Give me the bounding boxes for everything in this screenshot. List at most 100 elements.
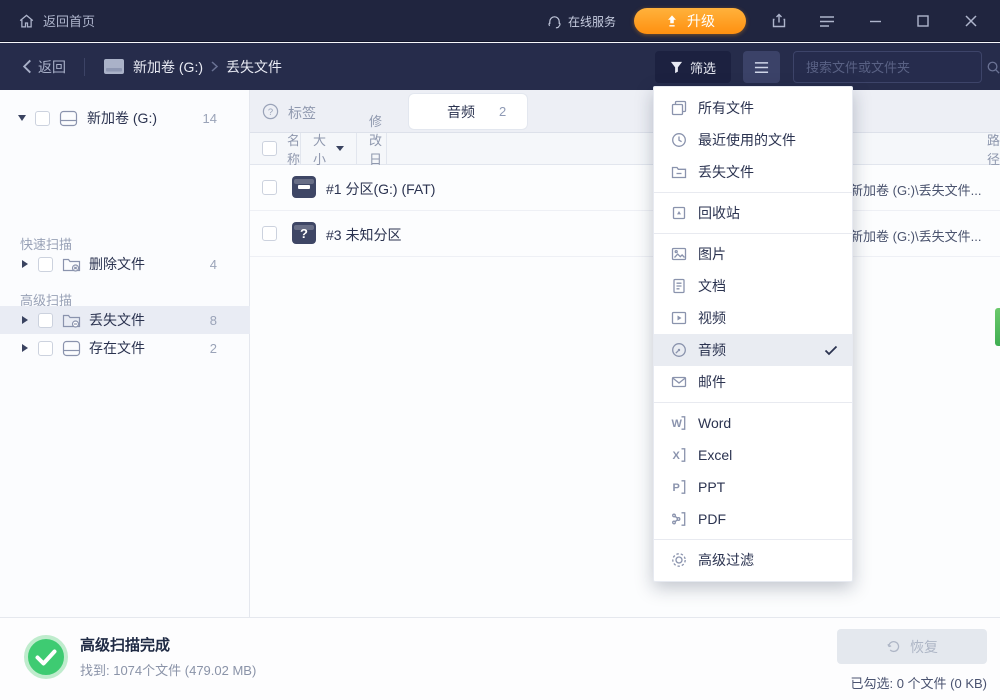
- menu-item-label: 音频: [698, 340, 726, 360]
- sidebar-item-label: 删除文件: [89, 254, 145, 274]
- menu-item-pdf[interactable]: PDF: [654, 503, 852, 535]
- column-label: 大小: [313, 130, 326, 168]
- checkbox[interactable]: [38, 313, 53, 328]
- home-button[interactable]: 返回首页: [18, 11, 95, 30]
- close-button[interactable]: [956, 8, 986, 34]
- item-count: 4: [210, 257, 217, 272]
- help-icon[interactable]: ?: [262, 103, 279, 125]
- menu-item-word[interactable]: W Word: [654, 407, 852, 439]
- menu-item-audio[interactable]: 音频: [654, 334, 852, 366]
- menu-item-images[interactable]: 图片: [654, 238, 852, 270]
- menu-item-ppt[interactable]: P PPT: [654, 471, 852, 503]
- unknown-partition-icon: ?: [292, 222, 316, 244]
- menu-item-label: 所有文件: [698, 98, 754, 118]
- folder-lost-icon: [62, 312, 81, 329]
- menu-item-label: PDF: [698, 511, 726, 527]
- sort-arrow-icon[interactable]: [336, 146, 344, 151]
- tag-bar-label: 标签: [288, 103, 316, 123]
- mail-icon: [670, 374, 687, 391]
- back-label: 返回: [38, 57, 66, 77]
- table-row-partition-1[interactable]: #1 分区(G:) (FAT) 新加卷 (G:)\丢失文件...: [250, 165, 1000, 211]
- breadcrumb-volume[interactable]: 新加卷 (G:): [133, 57, 203, 77]
- checkbox[interactable]: [38, 257, 53, 272]
- ppt-file-icon: P: [670, 479, 687, 496]
- filter-label: 筛选: [690, 58, 716, 77]
- item-count: 14: [203, 111, 217, 126]
- feedback-button[interactable]: [764, 8, 794, 34]
- menu-item-mail[interactable]: 邮件: [654, 366, 852, 398]
- row-checkbox[interactable]: [262, 226, 277, 241]
- maximize-button[interactable]: [908, 8, 938, 34]
- menu-item-recent-files[interactable]: 最近使用的文件: [654, 124, 852, 156]
- filter-button[interactable]: 筛选: [655, 51, 731, 83]
- sidebar-item-deleted-files[interactable]: 删除文件 4: [0, 250, 250, 278]
- menu-item-label: 文档: [698, 276, 726, 296]
- tag-chip-audio[interactable]: 音频 2: [408, 93, 528, 130]
- expand-collapse-icon[interactable]: [22, 260, 28, 268]
- checkmark-icon: [824, 345, 838, 356]
- checkbox[interactable]: [35, 111, 50, 126]
- recycle-bin-icon: [670, 205, 687, 222]
- recover-button[interactable]: 恢复: [837, 629, 987, 664]
- search-input[interactable]: [794, 60, 986, 75]
- expand-collapse-icon[interactable]: [18, 115, 26, 121]
- menu-separator: [654, 539, 852, 540]
- menu-item-advanced-filter[interactable]: 高级过滤: [654, 544, 852, 576]
- restore-icon: [886, 639, 901, 654]
- menu-item-videos[interactable]: 视频: [654, 302, 852, 334]
- column-header-size[interactable]: 大小: [301, 133, 357, 164]
- menu-separator: [654, 402, 852, 403]
- online-service-label: 在线服务: [568, 13, 616, 30]
- menu-item-recycle-bin[interactable]: 回收站: [654, 197, 852, 229]
- volume-icon: [103, 58, 125, 75]
- online-service-button[interactable]: 在线服务: [547, 13, 616, 30]
- column-label: 路径: [987, 130, 1000, 168]
- menu-item-label: 最近使用的文件: [698, 130, 796, 150]
- svg-text:W: W: [671, 418, 682, 430]
- sidebar-item-volume-root[interactable]: 新加卷 (G:) 14: [0, 104, 250, 132]
- minimize-button[interactable]: [860, 8, 890, 34]
- document-icon: [670, 278, 687, 295]
- menu-item-documents[interactable]: 文档: [654, 270, 852, 302]
- home-label: 返回首页: [43, 11, 95, 30]
- close-icon: [965, 15, 977, 27]
- scan-status-detail: 找到: 1074个文件 (479.02 MB): [80, 660, 256, 679]
- item-count: 8: [210, 313, 217, 328]
- folder-lost-icon: [670, 164, 687, 181]
- edge-collapsed-widget[interactable]: [995, 308, 1000, 346]
- sidebar-item-existing-files[interactable]: 存在文件 2: [0, 334, 250, 362]
- main-menu-button[interactable]: [812, 8, 842, 34]
- column-header-name[interactable]: 名称: [250, 133, 301, 164]
- row-checkbox[interactable]: [262, 180, 277, 195]
- menu-separator: [654, 192, 852, 193]
- drive-icon: [59, 110, 78, 127]
- sidebar-item-lost-files[interactable]: 丢失文件 8: [0, 306, 250, 334]
- menu-item-label: 回收站: [698, 203, 740, 223]
- breadcrumb-current[interactable]: 丢失文件: [226, 57, 282, 77]
- svg-text:X: X: [672, 450, 680, 462]
- view-mode-button[interactable]: [743, 51, 780, 83]
- file-path: 新加卷 (G:)\丢失文件...: [850, 226, 981, 245]
- selected-files-info: 已勾选: 0 个文件 (0 KB): [850, 673, 987, 692]
- table-row-partition-3[interactable]: ? #3 未知分区 新加卷 (G:)\丢失文件...: [250, 211, 1000, 257]
- search-icon[interactable]: [986, 60, 1000, 75]
- status-bar: 高级扫描完成 找到: 1074个文件 (479.02 MB) 恢复 已勾选: 0…: [0, 617, 1000, 700]
- menu-item-all-files[interactable]: 所有文件: [654, 92, 852, 124]
- tag-chip-count: 2: [499, 104, 527, 119]
- expand-collapse-icon[interactable]: [22, 316, 28, 324]
- back-button[interactable]: 返回: [22, 57, 66, 77]
- expand-collapse-icon[interactable]: [22, 344, 28, 352]
- upgrade-button[interactable]: 升级: [634, 8, 746, 34]
- headset-icon: [547, 14, 562, 29]
- menu-item-excel[interactable]: X Excel: [654, 439, 852, 471]
- hamburger-icon: [819, 15, 835, 28]
- maximize-icon: [917, 15, 929, 27]
- share-box-icon: [771, 13, 787, 29]
- audio-icon: [670, 342, 687, 359]
- menu-item-lost-files[interactable]: 丢失文件: [654, 156, 852, 188]
- select-all-checkbox[interactable]: [262, 141, 277, 156]
- checkbox[interactable]: [38, 341, 53, 356]
- column-header-date[interactable]: 修改日期: [357, 133, 387, 164]
- clock-icon: [670, 132, 687, 149]
- upgrade-label: 升级: [687, 11, 715, 31]
